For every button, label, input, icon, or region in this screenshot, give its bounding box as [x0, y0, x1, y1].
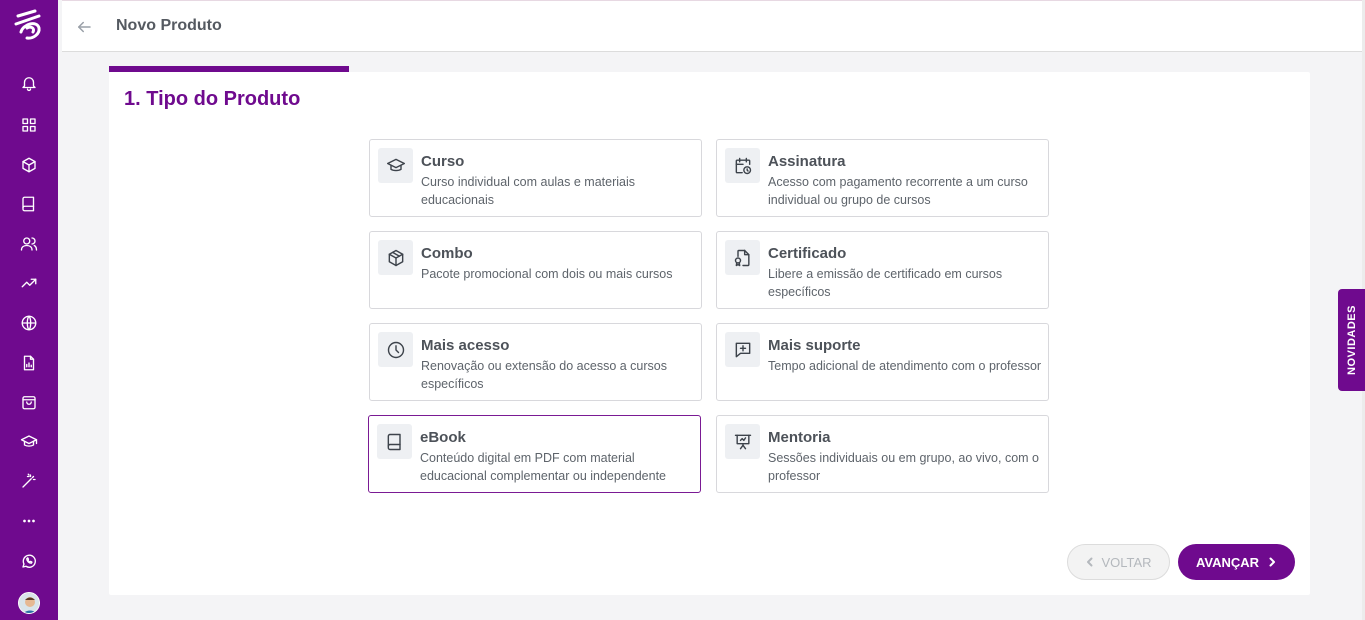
sidebar-item-content[interactable]: [0, 184, 58, 224]
avatar-image: [19, 593, 39, 613]
option-icon-box: [725, 332, 760, 367]
option-icon-box: [378, 148, 413, 183]
option-description: Pacote promocional com dois ou mais curs…: [421, 267, 673, 281]
option-ebook[interactable]: eBook Conteúdo digital em PDF com materi…: [368, 415, 701, 493]
step-title: 1. Tipo do Produto: [124, 88, 301, 110]
sidebar-item-reports[interactable]: [0, 343, 58, 383]
novidades-tab[interactable]: NOVIDADES: [1338, 289, 1365, 391]
option-description: Renovação ou extensão do acesso a cursos…: [421, 359, 667, 391]
option-assinatura[interactable]: Assinatura Acesso com pagamento recorren…: [716, 139, 1049, 217]
option-icon-box: [725, 424, 760, 459]
trending-up-icon: [21, 278, 37, 288]
sidebar-item-courses[interactable]: [0, 422, 58, 462]
book-icon: [387, 433, 401, 450]
option-name: Assinatura: [768, 153, 846, 170]
magic-wand-icon: [22, 473, 36, 488]
sidebar-item-more[interactable]: [0, 501, 58, 541]
arrow-left-icon: [78, 21, 91, 33]
page-title: Novo Produto: [116, 17, 222, 34]
cube-icon: [22, 157, 36, 173]
sidebar-item-store[interactable]: [0, 382, 58, 422]
voltar-label: VOLTAR: [1101, 554, 1152, 570]
option-name: Certificado: [768, 245, 847, 262]
dashboard-grid-icon: [22, 118, 36, 132]
step-progress-bar: [109, 66, 349, 72]
option-name: Curso: [421, 153, 465, 170]
option-mais-suporte[interactable]: Mais suporte Tempo adicional de atendime…: [716, 323, 1049, 401]
sidebar: [0, 0, 58, 620]
voltar-button[interactable]: VOLTAR: [1067, 544, 1170, 580]
sidebar-item-automation[interactable]: [0, 461, 58, 501]
graduation-cap-icon: [386, 158, 405, 171]
option-description: Sessões individuais ou em grupo, ao vivo…: [768, 451, 1039, 483]
whatsapp-icon: [22, 554, 36, 568]
globe-icon: [21, 315, 37, 331]
option-description: Curso individual com aulas e materiais e…: [421, 175, 635, 207]
novidades-label: NOVIDADES: [1345, 305, 1358, 375]
option-description: Libere a emissão de certificado em curso…: [768, 267, 1003, 299]
avancar-button[interactable]: AVANÇAR: [1178, 544, 1295, 580]
option-icon-box: [378, 332, 413, 367]
clock-icon: [387, 341, 404, 358]
more-dots-icon: [23, 519, 35, 523]
chevron-right-icon: [1269, 557, 1276, 567]
users-icon: [20, 237, 38, 251]
bell-icon: [22, 77, 36, 92]
option-curso[interactable]: Curso Curso individual com aulas e mater…: [369, 139, 702, 217]
option-combo[interactable]: Combo Pacote promocional com dois ou mai…: [369, 231, 702, 309]
option-name: Mais acesso: [421, 337, 510, 354]
report-icon: [23, 355, 35, 371]
avancar-label: AVANÇAR: [1195, 554, 1260, 570]
chevron-left-icon: [1087, 557, 1093, 567]
graduation-cap-icon: [20, 435, 38, 447]
option-icon-box: [725, 148, 760, 183]
option-certificado[interactable]: Certificado Libere a emissão de certific…: [716, 231, 1049, 309]
product-type-card: [109, 72, 1310, 595]
message-plus-icon: [735, 342, 750, 357]
logo-icon: [14, 9, 41, 40]
option-name: Mentoria: [768, 429, 831, 446]
option-description: Acesso com pagamento recorrente a um cur…: [768, 175, 1028, 207]
user-avatar[interactable]: [18, 592, 40, 614]
calendar-clock-icon: [735, 157, 751, 174]
sidebar-item-notifications[interactable]: [0, 63, 58, 103]
sidebar-item-products[interactable]: [0, 145, 58, 185]
shopping-bag-icon: [22, 396, 36, 410]
option-description: Conteúdo digital em PDF com material edu…: [420, 451, 667, 483]
option-icon-box: [725, 240, 760, 275]
sidebar-item-dashboard[interactable]: [0, 105, 58, 145]
option-description: Tempo adicional de atendimento com o pro…: [768, 359, 1042, 373]
option-icon-box: [377, 424, 412, 459]
top-header: Novo Produto: [62, 0, 1362, 52]
sidebar-item-site[interactable]: [0, 303, 58, 343]
option-icon-box: [378, 240, 413, 275]
certificate-icon: [734, 249, 750, 266]
sidebar-item-users[interactable]: [0, 224, 58, 264]
back-button[interactable]: [72, 15, 96, 39]
presentation-icon: [734, 434, 751, 449]
option-name: eBook: [420, 429, 466, 446]
option-mais-acesso[interactable]: Mais acesso Renovação ou extensão do ace…: [369, 323, 702, 401]
option-name: Combo: [421, 245, 473, 262]
app-logo[interactable]: [0, 0, 58, 52]
book-icon: [22, 196, 35, 212]
option-name: Mais suporte: [768, 337, 861, 354]
package-icon: [388, 249, 403, 266]
option-mentoria[interactable]: Mentoria Sessões individuais ou em grupo…: [716, 415, 1049, 493]
sidebar-item-sales[interactable]: [0, 263, 58, 303]
sidebar-item-whatsapp[interactable]: [0, 541, 58, 581]
